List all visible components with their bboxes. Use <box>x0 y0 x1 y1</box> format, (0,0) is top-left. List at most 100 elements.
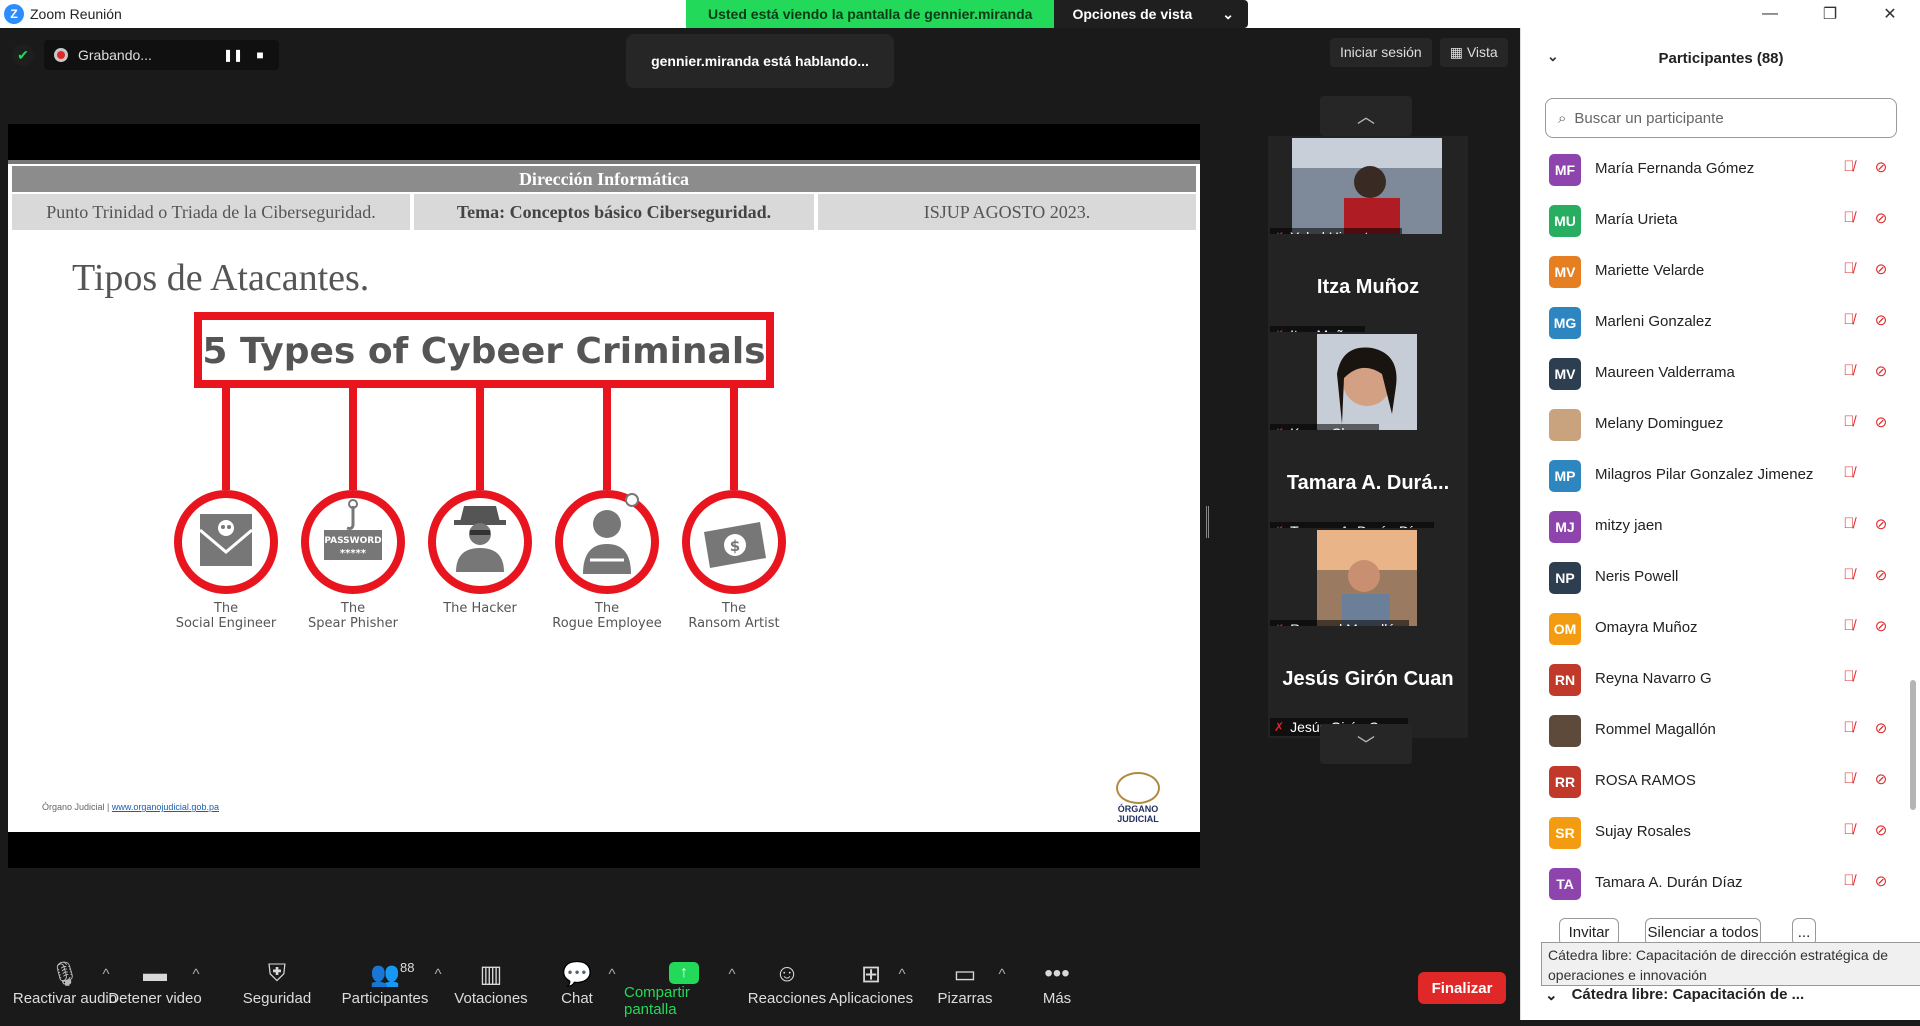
restore-button[interactable]: ❐ <box>1800 0 1860 28</box>
encryption-shield-icon[interactable]: ✔ <box>12 44 34 66</box>
view-banner: Usted está viendo la pantalla de gennier… <box>686 0 1248 28</box>
participant-row[interactable]: Rommel Magallón 🎙̸ ⊘ <box>1521 705 1905 756</box>
participants-button[interactable]: 👥 88 Participantes <box>330 958 440 1018</box>
participant-name: Omayra Muñoz <box>1595 619 1698 636</box>
speaker-notification: gennier.miranda está hablando... <box>626 34 894 88</box>
label-rogue-employee-1: The <box>594 601 619 616</box>
video-off-icon <box>1871 464 1891 481</box>
avatar <box>1549 715 1581 747</box>
video-off-icon <box>1871 668 1891 685</box>
video-off-icon: ⊘ <box>1874 873 1888 890</box>
participant-status-icons: 🎙̸ ⊘ <box>1839 719 1891 737</box>
participant-row[interactable]: MF María Fernanda Gómez 🎙̸ ⊘ <box>1521 144 1905 195</box>
pause-recording-button[interactable]: ❚❚ <box>223 48 243 62</box>
window-controls: — ❐ ✕ <box>1740 0 1920 28</box>
panel-splitter[interactable] <box>1206 506 1209 538</box>
collapse-chevron-icon[interactable]: ⌄ <box>1547 48 1559 65</box>
apps-grid-icon: ⊞ <box>860 960 882 988</box>
video-off-icon: ⊘ <box>1874 567 1888 584</box>
mic-muted-icon: 🎙̸ <box>1843 260 1855 277</box>
footer-link[interactable]: www.organojudicial.gob.pa <box>112 802 219 812</box>
stop-recording-button[interactable]: ■ <box>251 48 269 62</box>
panel-section[interactable]: ⌄ Cátedra libre: Capacitación de ... <box>1545 986 1804 1004</box>
viewing-status: Usted está viendo la pantalla de gennier… <box>686 0 1055 28</box>
video-camera-icon: ▬ <box>143 960 167 987</box>
participant-name: Mariette Velarde <box>1595 262 1705 279</box>
mic-muted-icon: 🎙 <box>49 960 81 988</box>
avatar: NP <box>1549 562 1581 594</box>
envelope-skull-icon <box>199 514 253 566</box>
scrollbar-thumb[interactable] <box>1910 680 1916 810</box>
video-tile[interactable]: Jesús Girón Cuan ✗Jesús Girón Cuan <box>1268 626 1468 738</box>
participant-status-icons: 🎙̸ ⊘ <box>1839 260 1891 278</box>
participant-row[interactable]: MV Maureen Valderrama 🎙̸ ⊘ <box>1521 348 1905 399</box>
tooltip: Cátedra libre: Capacitación de dirección… <box>1541 942 1920 986</box>
participant-row[interactable]: MV Mariette Velarde 🎙̸ ⊘ <box>1521 246 1905 297</box>
chat-options-caret[interactable]: ^ <box>602 966 622 1026</box>
participant-row[interactable]: RN Reyna Navarro G 🎙̸ <box>1521 654 1905 705</box>
participant-name: María Fernanda Gómez <box>1595 160 1755 177</box>
video-off-icon: ⊘ <box>1874 159 1888 176</box>
participant-row[interactable]: MP Milagros Pilar Gonzalez Jimenez 🎙̸ <box>1521 450 1905 501</box>
mic-muted-icon: 🎙̸ <box>1843 515 1855 532</box>
record-icon <box>54 48 68 62</box>
participant-name: Sujay Rosales <box>1595 823 1691 840</box>
avatar: MV <box>1549 256 1581 288</box>
whiteboard-icon: ▭ <box>953 960 977 988</box>
security-button[interactable]: ⛨ Seguridad <box>222 958 332 1018</box>
video-off-icon: ⊘ <box>1874 414 1888 431</box>
slide: Dirección Informática Punto Trinidad o T… <box>8 160 1200 832</box>
gallery-up-button[interactable]: ︿ <box>1320 96 1412 136</box>
participant-search-input[interactable]: ⌕ Buscar un participante <box>1545 98 1897 138</box>
end-meeting-button[interactable]: Finalizar <box>1418 972 1506 1004</box>
panel-scrollbar[interactable] <box>1909 144 1917 964</box>
participant-row[interactable]: MJ mitzy jaen 🎙̸ ⊘ <box>1521 501 1905 552</box>
participant-name: Melany Dominguez <box>1595 415 1724 432</box>
participants-count: 88 <box>400 960 415 975</box>
view-button[interactable]: ▦ Vista <box>1439 38 1508 67</box>
apps-options-caret[interactable]: ^ <box>892 966 912 1026</box>
video-tile[interactable]: Itza Muñoz ✗Itza Muñoz <box>1268 234 1468 346</box>
connector-lines <box>222 388 738 490</box>
video-tile[interactable]: ✗Rommel Magallón <box>1268 528 1468 640</box>
video-tile[interactable]: ✗Karen Chong <box>1268 332 1468 444</box>
participant-row[interactable]: TA Tamara A. Durán Díaz 🎙̸ ⊘ <box>1521 858 1905 909</box>
label-spear-phisher-2: Spear Phisher <box>308 616 399 631</box>
gallery-down-button[interactable]: ﹀ <box>1320 724 1412 764</box>
participant-name: María Urieta <box>1595 211 1678 228</box>
mic-muted-icon: 🎙̸ <box>1843 464 1855 481</box>
participant-row[interactable]: MG Marleni Gonzalez 🎙̸ ⊘ <box>1521 297 1905 348</box>
seal-icon <box>1116 772 1160 804</box>
more-button[interactable]: ••• Más <box>1002 958 1112 1018</box>
shared-screen: Dirección Informática Punto Trinidad o T… <box>8 124 1200 868</box>
participant-row[interactable]: OM Omayra Muñoz 🎙̸ ⊘ <box>1521 603 1905 654</box>
avatar: RR <box>1549 766 1581 798</box>
mic-muted-icon: 🎙̸ <box>1843 872 1855 889</box>
participant-name: Rommel Magallón <box>1595 721 1716 738</box>
mic-muted-icon: 🎙̸ <box>1843 617 1855 634</box>
svg-text:$: $ <box>730 537 740 555</box>
view-options-button[interactable]: Opciones de vista ⌄ <box>1054 0 1248 28</box>
label-hacker-1: The Hacker <box>442 601 517 616</box>
chat-bubble-icon: 💬 <box>562 960 592 988</box>
video-tile[interactable]: Tamara A. Durá... ✗Tamara A. Durán Díaz <box>1268 430 1468 542</box>
participant-status-icons: 🎙̸ ⊘ <box>1839 566 1891 584</box>
participant-status-icons: 🎙̸ ⊘ <box>1839 872 1891 890</box>
video-tile[interactable]: ✗Yahel Hinestroza <box>1268 136 1468 248</box>
svg-text:PASSWORD: PASSWORD <box>324 536 381 546</box>
participant-row[interactable]: RR ROSA RAMOS 🎙̸ ⊘ <box>1521 756 1905 807</box>
participant-row[interactable]: NP Neris Powell 🎙̸ ⊘ <box>1521 552 1905 603</box>
participant-status-icons: 🎙̸ ⊘ <box>1839 617 1891 635</box>
minimize-button[interactable]: — <box>1740 0 1800 28</box>
participant-row[interactable]: MU María Urieta 🎙̸ ⊘ <box>1521 195 1905 246</box>
participant-status-icons: 🎙̸ ⊘ <box>1839 362 1891 380</box>
slide-footer: Órgano Judicial | www.organojudicial.gob… <box>42 802 219 812</box>
people-icon: 👥 <box>370 960 400 988</box>
avatar: MJ <box>1549 511 1581 543</box>
participant-row[interactable]: SR Sujay Rosales 🎙̸ ⊘ <box>1521 807 1905 858</box>
signin-button[interactable]: Iniciar sesión <box>1330 38 1432 67</box>
video-options-caret[interactable]: ^ <box>186 966 206 1026</box>
participant-row[interactable]: Melany Dominguez 🎙̸ ⊘ <box>1521 399 1905 450</box>
close-button[interactable]: ✕ <box>1860 0 1920 28</box>
participant-status-icons: 🎙̸ ⊘ <box>1839 413 1891 431</box>
